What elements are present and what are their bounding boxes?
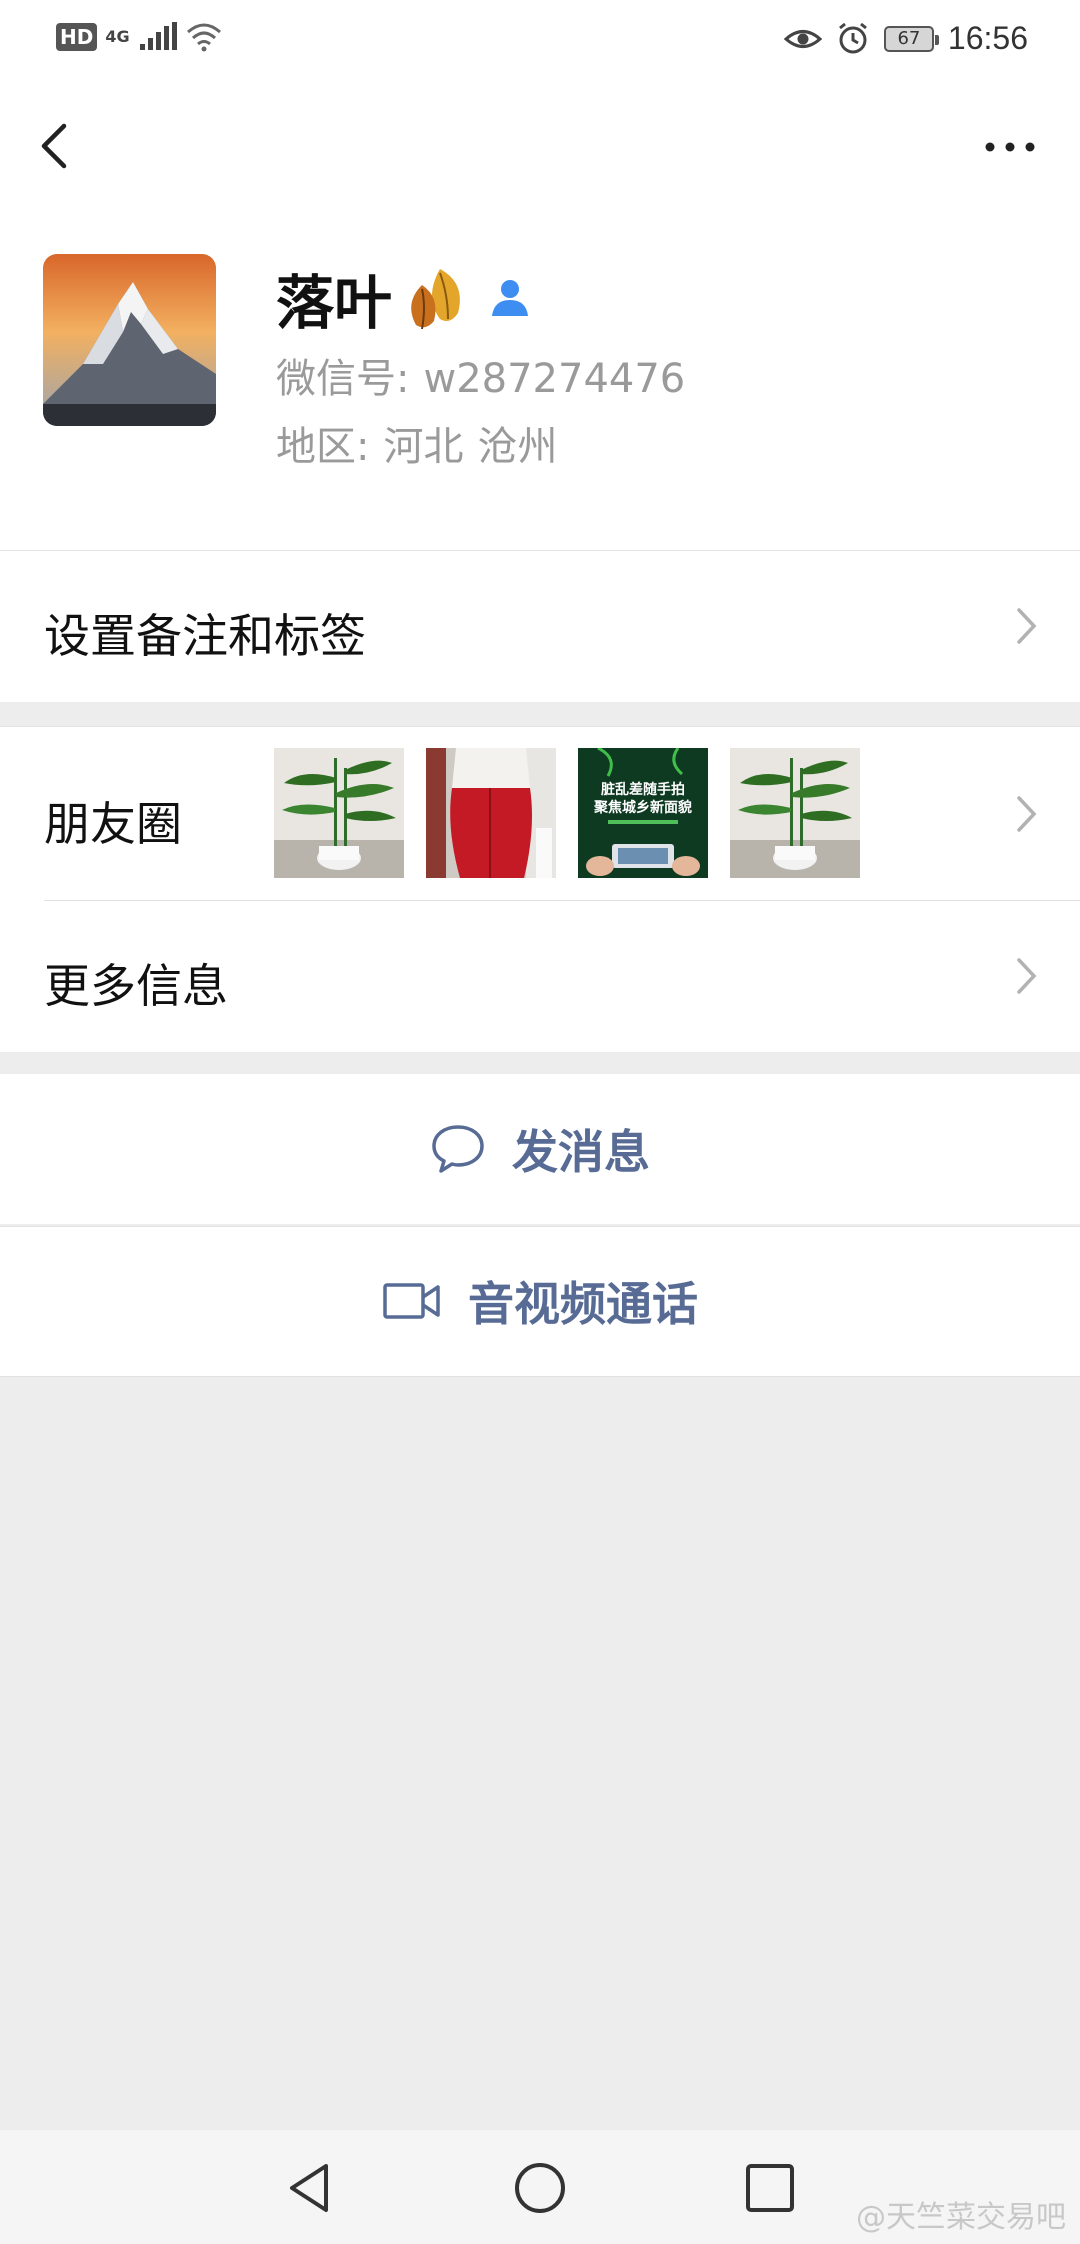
poster-line-2: 聚焦城乡新面貌 (593, 799, 692, 816)
moment-thumb-plant[interactable] (274, 748, 404, 878)
send-message-label: 发消息 (512, 1125, 650, 1179)
system-navigation-bar: @天竺菜交易吧 (0, 2130, 1080, 2244)
more-options-icon[interactable] (980, 132, 1040, 162)
region-city: 沧州 (477, 424, 558, 470)
wechat-id-label: 微信号: (276, 356, 410, 402)
region-row: 地区: 河北 沧州 (276, 414, 571, 472)
divider (0, 1226, 1080, 1227)
profile-header: 落叶 微信号: w287274476 地区: 河北 沧州 (0, 210, 1080, 550)
moment-thumb-plant-2[interactable] (730, 748, 860, 878)
status-left: HD 4G (56, 22, 222, 52)
eye-icon (783, 29, 822, 48)
divider (0, 550, 1080, 551)
fallen-leaves-icon (411, 269, 460, 330)
send-message-button[interactable]: 发消息 (0, 1074, 1080, 1224)
hd-badge: HD (56, 23, 98, 51)
remarks-tags-label: 设置备注和标签 (44, 609, 366, 663)
battery-level: 67 (897, 28, 921, 49)
nav-back-icon[interactable] (282, 2160, 338, 2216)
video-call-button[interactable]: 音视频通话 (0, 1226, 1080, 1376)
chat-bubble-icon (432, 1125, 484, 1173)
status-bar: HD 4G 67 16:56 (0, 0, 1080, 80)
status-right: 67 16:56 (783, 20, 1028, 57)
moments-cell[interactable]: 朋友圈 脏乱差随手拍 聚焦城乡新面貌 (0, 726, 1080, 900)
divider (0, 1376, 1080, 1377)
chevron-right-icon (1017, 608, 1037, 644)
watermark: @天竺菜交易吧 (856, 2200, 1066, 2235)
moment-thumb-poster[interactable]: 脏乱差随手拍 聚焦城乡新面貌 (578, 748, 708, 878)
moment-thumb-person[interactable] (426, 748, 556, 878)
divider (0, 726, 1080, 727)
avatar[interactable] (43, 254, 216, 426)
more-info-cell[interactable]: 更多信息 (0, 900, 1080, 1052)
clock: 16:56 (947, 20, 1028, 56)
divider (44, 900, 1080, 901)
video-camera-icon (383, 1283, 440, 1319)
more-info-label: 更多信息 (44, 959, 228, 1013)
region-province: 河北 (383, 424, 464, 470)
contact-badge-icon (492, 280, 529, 316)
nav-recents-icon[interactable] (742, 2160, 798, 2216)
alarm-icon (838, 22, 867, 53)
signal-icon (139, 22, 177, 50)
back-arrow-icon[interactable] (30, 118, 80, 174)
wifi-icon (186, 23, 221, 52)
nav-home-icon[interactable] (512, 2160, 568, 2216)
region-label: 地区: (276, 424, 370, 470)
remarks-tags-cell[interactable]: 设置备注和标签 (0, 550, 1080, 702)
chevron-right-icon (1017, 796, 1037, 832)
wechat-id-row: 微信号: w287274476 (276, 346, 699, 404)
network-type: 4G (105, 27, 130, 46)
chevron-right-icon (1017, 958, 1037, 994)
moments-label: 朋友圈 (44, 797, 182, 851)
video-call-label: 音视频通话 (468, 1277, 698, 1331)
name-row: 落叶 (276, 256, 532, 340)
contact-name: 落叶 (276, 269, 393, 337)
moments-thumbnails: 脏乱差随手拍 聚焦城乡新面貌 (274, 748, 860, 878)
poster-line-1: 脏乱差随手拍 (601, 781, 685, 798)
battery-indicator: 67 (883, 25, 939, 52)
top-navigation (0, 80, 1080, 210)
wechat-id: w287274476 (423, 356, 686, 402)
